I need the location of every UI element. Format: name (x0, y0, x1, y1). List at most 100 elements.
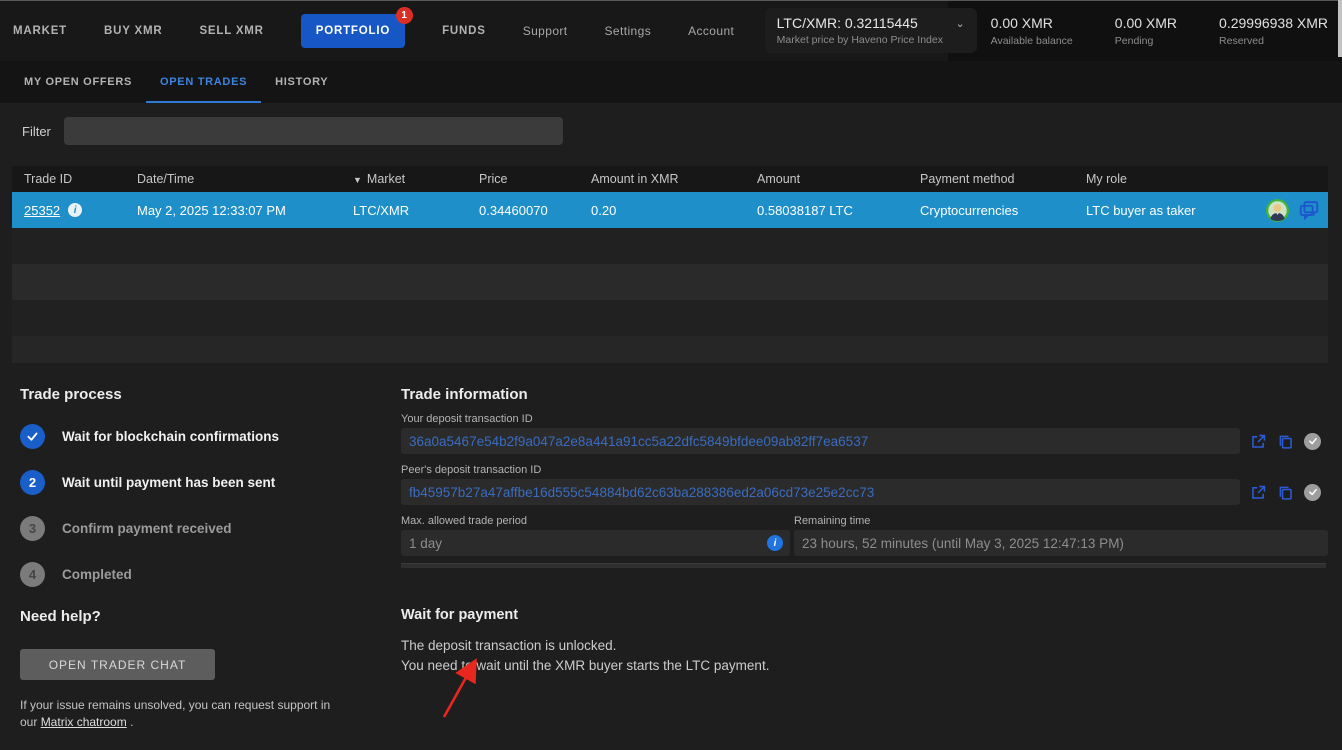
pending-label: Pending (1115, 35, 1177, 47)
trade-my-role-cell: LTC buyer as taker (1074, 199, 1328, 222)
step-1-check-icon (20, 424, 45, 449)
filter-input[interactable] (64, 117, 563, 145)
copy-icon[interactable] (1277, 484, 1294, 501)
filter-row: Filter (22, 117, 563, 145)
header-date-time[interactable]: Date/Time (125, 172, 341, 186)
pending-value: 0.00 XMR (1115, 15, 1177, 31)
remaining-time-label: Remaining time (794, 515, 1328, 527)
step-3-circle: 3 (20, 516, 45, 541)
portfolio-subtabs: MY OPEN OFFERS OPEN TRADES HISTORY (0, 61, 1342, 103)
open-explorer-icon[interactable] (1250, 484, 1267, 501)
trade-amount-xmr: 0.20 (579, 203, 745, 218)
nav-funds[interactable]: FUNDS (442, 25, 486, 37)
header-my-role[interactable]: My role (1074, 172, 1328, 186)
help-note: If your issue remains unsolved, you can … (20, 697, 350, 731)
header-price[interactable]: Price (467, 172, 579, 186)
trade-market: LTC/XMR (341, 203, 467, 218)
remaining-time-group: Remaining time 23 hours, 52 minutes (unt… (794, 505, 1328, 556)
trade-period-group: Max. allowed trade period 1 day i (401, 505, 790, 556)
tab-history[interactable]: HISTORY (261, 61, 342, 103)
tab-open-trades[interactable]: OPEN TRADES (146, 61, 261, 103)
trade-price: 0.34460070 (467, 203, 579, 218)
top-navigation-bar: MARKET BUY XMR SELL XMR PORTFOLIO 1 FUND… (0, 0, 1342, 61)
trade-id-cell: 25352 i (12, 203, 125, 218)
open-explorer-icon[interactable] (1250, 433, 1267, 450)
window-top-edge (0, 0, 1342, 1)
available-balance-label: Available balance (991, 35, 1073, 47)
portfolio-notification-badge: 1 (396, 7, 413, 24)
tab-my-open-offers[interactable]: MY OPEN OFFERS (10, 61, 146, 103)
nav-account[interactable]: Account (688, 24, 734, 38)
step-completed: 4 Completed (20, 562, 390, 587)
header-market-label: Market (367, 172, 405, 186)
trade-my-role: LTC buyer as taker (1086, 203, 1196, 218)
nav-support[interactable]: Support (523, 24, 568, 38)
haveno-app-window: MARKET BUY XMR SELL XMR PORTFOLIO 1 FUND… (0, 0, 1342, 750)
step-2-label: Wait until payment has been sent (62, 475, 275, 490)
empty-table-row (12, 300, 1328, 336)
window-right-edge (1338, 0, 1342, 57)
your-deposit-label: Your deposit transaction ID (401, 413, 1328, 425)
peer-deposit-txid-field[interactable] (401, 479, 1240, 505)
nav-sell-xmr[interactable]: SELL XMR (199, 25, 263, 37)
step-3-label: Confirm payment received (62, 521, 232, 536)
step-4-circle: 4 (20, 562, 45, 587)
empty-table-row (12, 228, 1328, 264)
trade-period-field: 1 day i (401, 530, 790, 556)
pending-stat: 0.00 XMR Pending (1115, 15, 1177, 47)
peer-deposit-label: Peer's deposit transaction ID (401, 464, 1328, 476)
step-4-label: Completed (62, 567, 132, 582)
peer-avatar[interactable] (1266, 199, 1289, 222)
header-amount[interactable]: Amount (745, 172, 908, 186)
trader-chat-icon[interactable] (1298, 199, 1320, 221)
trade-period-label: Max. allowed trade period (401, 515, 790, 527)
trade-info-icon[interactable]: i (68, 203, 82, 217)
remaining-time-field: 23 hours, 52 minutes (until May 3, 2025 … (794, 530, 1328, 556)
trade-row-selected[interactable]: 25352 i May 2, 2025 12:33:07 PM LTC/XMR … (12, 192, 1328, 228)
trade-period-row: Max. allowed trade period 1 day i Remain… (401, 505, 1328, 556)
market-price-source: Market price by Haveno Price Index (777, 34, 965, 46)
your-deposit-txid-field[interactable] (401, 428, 1240, 454)
nav-portfolio-label: PORTFOLIO (316, 25, 390, 37)
trade-id-link[interactable]: 25352 (24, 203, 60, 218)
nav-settings[interactable]: Settings (605, 24, 652, 38)
trade-period-value: 1 day (409, 536, 442, 551)
copy-icon[interactable] (1277, 433, 1294, 450)
step-1-label: Wait for blockchain confirmations (62, 429, 279, 444)
help-note-suffix: . (130, 715, 133, 729)
step-wait-payment-sent: 2 Wait until payment has been sent (20, 470, 390, 495)
market-price-selector[interactable]: LTC/XMR: 0.32115445 ⌄ Market price by Ha… (765, 8, 977, 53)
trade-amount: 0.58038187 LTC (745, 203, 908, 218)
confirmed-check-icon (1304, 484, 1321, 501)
peer-deposit-row (401, 479, 1328, 505)
trade-period-info-icon[interactable]: i (767, 535, 783, 551)
trade-information-panel: Trade information Your deposit transacti… (401, 380, 1328, 675)
matrix-chatroom-link[interactable]: Matrix chatroom (41, 715, 127, 729)
wait-for-payment-title: Wait for payment (401, 607, 1328, 623)
header-market[interactable]: ▼Market (341, 172, 467, 186)
open-trader-chat-button[interactable]: OPEN TRADER CHAT (20, 649, 215, 680)
header-amount-xmr[interactable]: Amount in XMR (579, 172, 745, 186)
table-header-row: Trade ID Date/Time ▼Market Price Amount … (12, 166, 1328, 192)
trade-process-steps: Wait for blockchain confirmations 2 Wait… (20, 424, 390, 587)
chevron-down-icon: ⌄ (955, 17, 964, 30)
header-trade-id[interactable]: Trade ID (12, 172, 125, 186)
trade-process-panel: Trade process Wait for blockchain confir… (20, 380, 390, 731)
nav-portfolio[interactable]: PORTFOLIO 1 (301, 14, 405, 48)
reserved-stat: 0.29996938 XMR Reserved (1219, 15, 1328, 47)
main-nav: MARKET BUY XMR SELL XMR PORTFOLIO 1 FUND… (13, 0, 734, 61)
step-confirm-payment: 3 Confirm payment received (20, 516, 390, 541)
wait-line-1: The deposit transaction is unlocked. (401, 636, 1328, 656)
topbar-stats: LTC/XMR: 0.32115445 ⌄ Market price by Ha… (765, 0, 1332, 61)
nav-market[interactable]: MARKET (13, 25, 67, 37)
open-trades-table: Trade ID Date/Time ▼Market Price Amount … (12, 166, 1328, 363)
remaining-time-value: 23 hours, 52 minutes (until May 3, 2025 … (802, 536, 1124, 551)
trade-process-title: Trade process (20, 386, 390, 403)
trade-information-title: Trade information (401, 386, 1328, 403)
nav-buy-xmr[interactable]: BUY XMR (104, 25, 162, 37)
available-balance-stat: 0.00 XMR Available balance (991, 15, 1073, 47)
your-deposit-row (401, 428, 1328, 454)
wait-line-2: You need to wait until the XMR buyer sta… (401, 656, 1328, 676)
header-payment-method[interactable]: Payment method (908, 172, 1074, 186)
step-wait-blockchain: Wait for blockchain confirmations (20, 424, 390, 449)
